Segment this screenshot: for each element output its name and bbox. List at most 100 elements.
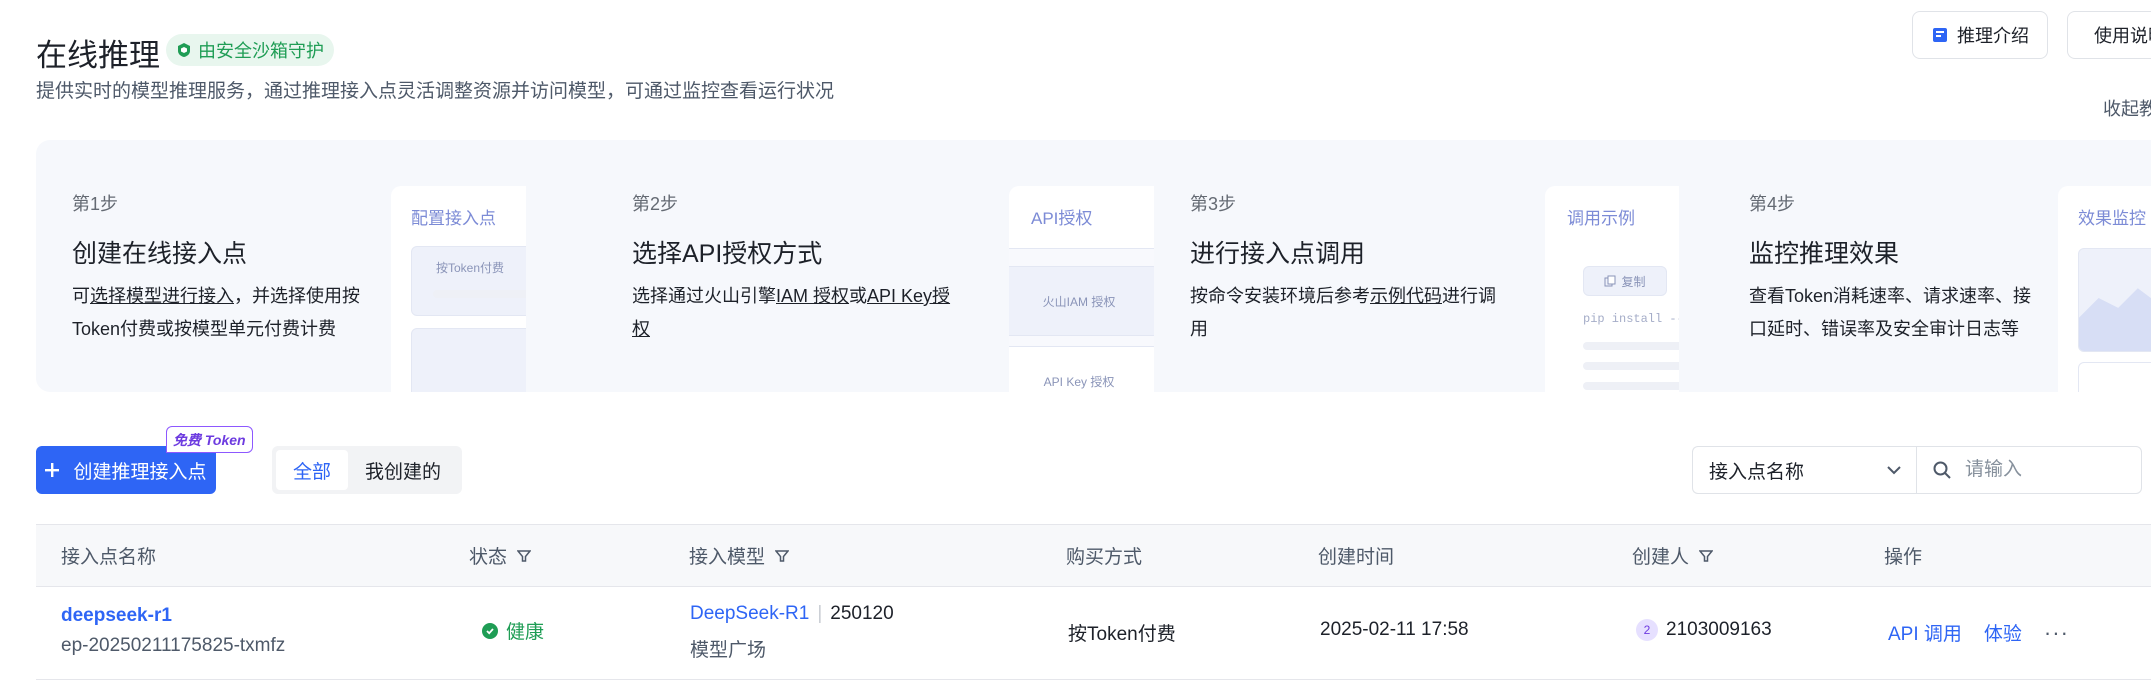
copy-icon bbox=[1604, 275, 1616, 287]
step-title: 监控推理效果 bbox=[1749, 240, 1900, 268]
iam-auth-link[interactable]: IAM 授权 bbox=[776, 286, 849, 306]
mock-option: 火山IAM 授权 bbox=[1009, 266, 1154, 336]
creator-id: 2103009163 bbox=[1666, 619, 1772, 640]
search-icon bbox=[1933, 461, 1951, 479]
usage-button[interactable]: 使用说明 bbox=[2067, 11, 2151, 59]
page-description: 提供实时的模型推理服务，通过推理接入点灵活调整资源并访问模型，可通过监控查看运行… bbox=[36, 81, 835, 102]
table-row: deepseek-r1 ep-20250211175825-txmfz 健康 D… bbox=[36, 587, 2151, 680]
step-desc-text: 按命令安装环境后参考 bbox=[1190, 286, 1370, 306]
created-time: 2025-02-11 17:58 bbox=[1320, 619, 1469, 640]
area-chart-icon bbox=[2079, 288, 2151, 351]
purchase-method: 按Token付费 bbox=[1068, 624, 1176, 645]
step-card: API授权 火山IAM 授权 API Key 授权 bbox=[1009, 186, 1154, 392]
intro-button[interactable]: 推理介绍 bbox=[1912, 11, 2048, 59]
step-title: 进行接入点调用 bbox=[1190, 240, 1366, 268]
step-number: 第1步 bbox=[72, 194, 119, 214]
page-title: 在线推理 bbox=[36, 38, 160, 73]
column-label: 购买方式 bbox=[1066, 547, 1143, 568]
column-label: 创建时间 bbox=[1318, 547, 1395, 568]
more-icon[interactable]: ··· bbox=[2044, 620, 2069, 646]
filter-icon[interactable] bbox=[517, 549, 532, 563]
separator: | bbox=[817, 603, 823, 624]
step-number: 第3步 bbox=[1190, 194, 1237, 214]
step-1: 第1步 创建在线接入点 可选择模型进行接入，并选择使用按Token付费或按模型单… bbox=[36, 140, 596, 392]
step-card-title: 配置接入点 bbox=[411, 209, 496, 228]
step-desc-text: 选择通过火山引擎 bbox=[632, 286, 776, 306]
mock-option-label: 按Token付费 bbox=[436, 261, 505, 275]
collapse-tutorial-link[interactable]: 收起教程 bbox=[2103, 95, 2151, 121]
usage-button-label: 使用说明 bbox=[2094, 26, 2151, 46]
model-cell: DeepSeek-R1 | 250120 bbox=[690, 603, 894, 625]
filter-field-select[interactable]: 接入点名称 bbox=[1692, 446, 1917, 494]
shield-icon bbox=[178, 43, 190, 57]
mock-line bbox=[1583, 362, 1679, 370]
table-header: 接入点名称 状态 接入模型 购买方式 创建时间 创建人 操作 bbox=[36, 524, 2151, 587]
column-header-status: 状态 bbox=[469, 525, 532, 586]
step-description: 可选择模型进行接入，并选择使用按Token付费或按模型单元付费计费 bbox=[72, 280, 372, 346]
create-endpoint-label: 创建推理接入点 bbox=[73, 461, 207, 483]
api-call-link[interactable]: API 调用 bbox=[1888, 619, 1962, 646]
mock-option: API Key 授权 bbox=[1009, 346, 1154, 392]
endpoint-id: ep-20250211175825-txmfz bbox=[61, 635, 286, 656]
status-badge: 健康 bbox=[482, 617, 544, 644]
try-link[interactable]: 体验 bbox=[1984, 619, 2022, 646]
actions-cell: API 调用 体验 ··· bbox=[1888, 619, 2069, 646]
step-3: 第3步 进行接入点调用 按命令安装环境后参考示例代码进行调用 调用示例 复制 p… bbox=[1154, 140, 1713, 392]
mock-option-label: 火山IAM 授权 bbox=[1042, 294, 1116, 309]
mock-line bbox=[433, 290, 526, 298]
column-header-purchase: 购买方式 bbox=[1066, 525, 1142, 586]
step-number: 第4步 bbox=[1749, 194, 1796, 214]
column-label: 操作 bbox=[1884, 547, 1923, 568]
plus-icon bbox=[45, 463, 60, 477]
column-label: 创建人 bbox=[1632, 547, 1690, 568]
free-token-badge: 免费 Token bbox=[166, 426, 253, 453]
column-header-actions: 操作 bbox=[1884, 525, 1922, 586]
model-version: 250120 bbox=[830, 603, 894, 624]
mock-code: pip install --upgrade bbox=[1583, 312, 1679, 326]
column-label: 接入点名称 bbox=[61, 547, 157, 568]
step-desc-text: 或 bbox=[849, 286, 868, 306]
mock-chart bbox=[2078, 362, 2151, 392]
endpoint-name-link[interactable]: deepseek-r1 bbox=[61, 605, 172, 627]
step-card-title: 调用示例 bbox=[1567, 209, 1635, 228]
tutorial-steps: 第1步 创建在线接入点 可选择模型进行接入，并选择使用按Token付费或按模型单… bbox=[36, 140, 2151, 392]
select-model-link[interactable]: 选择模型进行接入 bbox=[90, 286, 234, 306]
creator-cell: 2 2103009163 bbox=[1636, 619, 1772, 641]
mock-copy-button: 复制 bbox=[1583, 266, 1667, 296]
step-number: 第2步 bbox=[632, 194, 679, 214]
book-icon bbox=[1933, 28, 1947, 42]
sandbox-badge-label: 由安全沙箱守护 bbox=[198, 41, 324, 61]
model-link[interactable]: DeepSeek-R1 bbox=[690, 603, 809, 624]
ownership-tabs: 全部 我创建的 bbox=[272, 446, 463, 494]
mock-option: 按Token付费 bbox=[411, 246, 526, 316]
column-header-creator: 创建人 bbox=[1632, 525, 1714, 586]
model-source: 模型广场 bbox=[690, 640, 767, 661]
step-desc-text: 可 bbox=[72, 286, 90, 306]
avatar: 2 bbox=[1636, 619, 1658, 641]
tab-mine[interactable]: 我创建的 bbox=[348, 450, 458, 490]
filter-icon[interactable] bbox=[775, 549, 790, 563]
column-label: 状态 bbox=[469, 547, 508, 568]
step-description: 查看Token消耗速率、请求速率、接口延时、错误率及安全审计日志等 bbox=[1749, 286, 2032, 339]
sandbox-badge: 由安全沙箱守护 bbox=[166, 34, 334, 66]
search-field[interactable] bbox=[1916, 446, 2142, 494]
mock-option bbox=[411, 328, 526, 392]
step-card: 配置接入点 按Token付费 bbox=[391, 186, 526, 392]
column-header-model: 接入模型 bbox=[689, 525, 790, 586]
step-title: 创建在线接入点 bbox=[72, 240, 248, 268]
filter-icon[interactable] bbox=[1699, 549, 1714, 563]
filter-field-label: 接入点名称 bbox=[1709, 461, 1805, 483]
search-input[interactable] bbox=[1965, 459, 2125, 481]
tab-all[interactable]: 全部 bbox=[276, 450, 349, 490]
create-endpoint-button[interactable]: 创建推理接入点 bbox=[36, 446, 216, 494]
step-description: 按命令安装环境后参考示例代码进行调用 bbox=[1190, 280, 1500, 346]
column-header-created-at: 创建时间 bbox=[1318, 525, 1394, 586]
column-label: 接入模型 bbox=[689, 547, 766, 568]
intro-button-label: 推理介绍 bbox=[1957, 26, 2029, 46]
step-card-title: 效果监控 bbox=[2078, 209, 2146, 228]
sample-code-link[interactable]: 示例代码 bbox=[1370, 286, 1442, 306]
chevron-down-icon bbox=[1887, 466, 1901, 475]
step-card: 效果监控 bbox=[2058, 186, 2151, 392]
step-4: 第4步 监控推理效果 查看Token消耗速率、请求速率、接口延时、错误率及安全审… bbox=[1713, 140, 2151, 392]
step-card-title: API授权 bbox=[1031, 209, 1093, 228]
